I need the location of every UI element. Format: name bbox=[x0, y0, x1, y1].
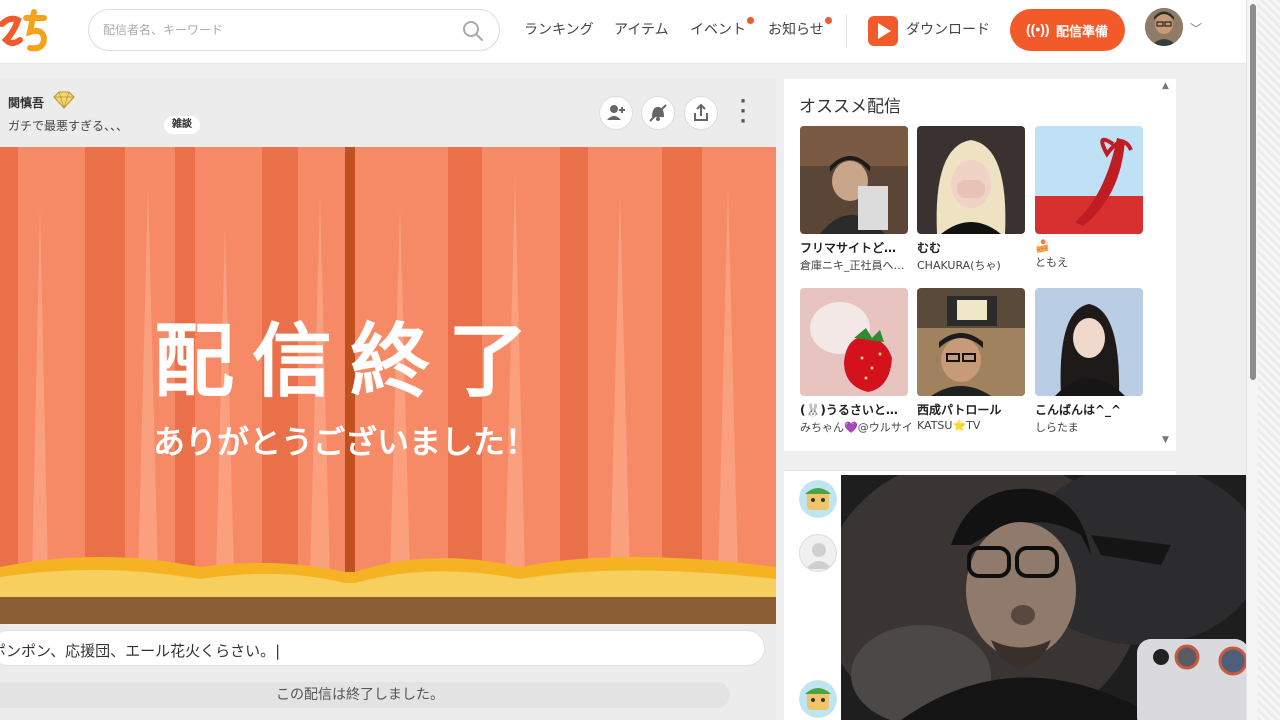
broadcast-prep-label: 配信準備 bbox=[1056, 24, 1109, 39]
scroll-down-arrow[interactable]: ▼ bbox=[1162, 435, 1169, 445]
stream-ended-notice: この配信は終了しました。 bbox=[0, 682, 730, 708]
thank-you-message: ありがとうございました！ bbox=[152, 423, 537, 461]
stream-ended-heading: 配信終了 bbox=[154, 315, 546, 408]
card-title: こんばんは^_^ bbox=[1035, 403, 1122, 417]
category-tag[interactable]: 雑談 bbox=[164, 116, 200, 134]
search-icon[interactable] bbox=[461, 19, 485, 43]
more-icon[interactable]: · · · bbox=[733, 93, 753, 131]
stream-title: ガチで最悪すぎる、、、 bbox=[8, 119, 129, 133]
follow-button[interactable] bbox=[599, 96, 633, 130]
card-title: (🐰)うるさいと… bbox=[800, 403, 898, 417]
chevron-down-icon[interactable]: ﹀ bbox=[1190, 20, 1202, 37]
stream-thumbnail[interactable] bbox=[917, 126, 1025, 234]
stream-thumbnail[interactable] bbox=[1035, 126, 1143, 234]
app-root: ランキング アイテム イベント お知らせ ダウンロード ((•)) 配信準備 ﹀ bbox=[0, 0, 1280, 720]
recommended-title: オススメ配信 bbox=[799, 97, 901, 117]
download-app-icon[interactable] bbox=[868, 16, 898, 46]
stream-thumbnail[interactable] bbox=[800, 288, 908, 396]
search-box[interactable] bbox=[88, 9, 500, 51]
page-scrollbar[interactable] bbox=[1246, 0, 1258, 720]
recommended-card[interactable]: むむ CHAKURA(ちゃ) bbox=[917, 126, 1027, 273]
stream-thumbnail[interactable] bbox=[1035, 288, 1143, 396]
nav-ranking[interactable]: ランキング bbox=[524, 19, 594, 39]
mute-button[interactable] bbox=[641, 96, 675, 130]
site-logo[interactable] bbox=[0, 6, 52, 56]
events-notification-dot bbox=[747, 17, 754, 24]
card-streamer: CHAKURA(ちゃ) bbox=[917, 259, 1001, 272]
comment-input[interactable]: ポンポン、応援団、エール花火くらさい。| bbox=[0, 630, 765, 666]
recommended-card[interactable]: 🍰 ともえ bbox=[1035, 126, 1145, 270]
nav-news[interactable]: お知らせ bbox=[768, 19, 824, 39]
webcam-feed bbox=[841, 475, 1280, 720]
stream-ended-stage: 配信終了 ありがとうございました！ bbox=[0, 147, 776, 624]
top-header: ランキング アイテム イベント お知らせ ダウンロード ((•)) 配信準備 ﹀ bbox=[0, 0, 1246, 64]
download-link[interactable]: ダウンロード bbox=[906, 19, 990, 39]
card-streamer: しらたま bbox=[1035, 421, 1079, 434]
card-streamer: KATSU⭐TV bbox=[917, 419, 981, 432]
recommended-card[interactable]: (🐰)うるさいと… みちゃん💜@ウルサイ… bbox=[800, 288, 912, 435]
user-avatar[interactable] bbox=[1145, 8, 1183, 46]
recommended-card[interactable]: 西成パトロール KATSU⭐TV bbox=[917, 288, 1027, 432]
recommended-card[interactable]: フリマサイトど… 倉庫ニキ_正社員へ… bbox=[800, 126, 910, 273]
chat-user-avatar[interactable] bbox=[799, 680, 837, 718]
stream-info-bar: 関慎吾 ガチで最悪すぎる、、、 雑談 · · · bbox=[0, 79, 776, 147]
card-title: 西成パトロール bbox=[917, 403, 1002, 417]
broadcast-icon: ((•)) bbox=[1026, 21, 1050, 37]
card-title: フリマサイトど… bbox=[800, 241, 897, 255]
card-title: むむ bbox=[917, 241, 942, 255]
streamer-name[interactable]: 関慎吾 bbox=[8, 94, 44, 111]
card-streamer: みちゃん💜@ウルサイ… bbox=[800, 421, 912, 434]
search-input[interactable] bbox=[103, 18, 443, 42]
card-title: 🍰 bbox=[1035, 239, 1050, 253]
default-avatar-icon[interactable] bbox=[799, 534, 837, 572]
nav-events[interactable]: イベント bbox=[690, 19, 746, 39]
card-streamer: ともえ bbox=[1035, 256, 1068, 269]
scrollbar-thumb[interactable] bbox=[1250, 4, 1256, 380]
header-divider bbox=[846, 14, 847, 48]
background-pattern bbox=[1258, 0, 1280, 720]
recommended-streams-panel: オススメ配信 ▲ ▼ フリマサイトど… 倉庫ニキ_正社員へ… むむ CHAKUR… bbox=[784, 79, 1176, 451]
nav-items[interactable]: アイテム bbox=[614, 19, 669, 39]
card-streamer: 倉庫ニキ_正社員へ… bbox=[800, 259, 905, 272]
comment-input-text: ポンポン、応援団、エール花火くらさい。| bbox=[0, 642, 281, 660]
webcam-overlay bbox=[841, 475, 1280, 720]
share-button[interactable] bbox=[684, 96, 718, 130]
gem-icon bbox=[52, 91, 76, 110]
chat-user-avatar[interactable] bbox=[799, 480, 837, 518]
broadcast-prep-button[interactable]: ((•)) 配信準備 bbox=[1010, 9, 1125, 51]
news-notification-dot bbox=[825, 17, 832, 24]
share-icon bbox=[694, 103, 708, 121]
mute-icon bbox=[649, 104, 667, 122]
scroll-up-arrow[interactable]: ▲ bbox=[1162, 81, 1169, 91]
stream-thumbnail[interactable] bbox=[800, 126, 908, 234]
stream-thumbnail[interactable] bbox=[917, 288, 1025, 396]
recommended-card[interactable]: こんばんは^_^ しらたま bbox=[1035, 288, 1145, 435]
add-user-icon bbox=[607, 105, 625, 120]
